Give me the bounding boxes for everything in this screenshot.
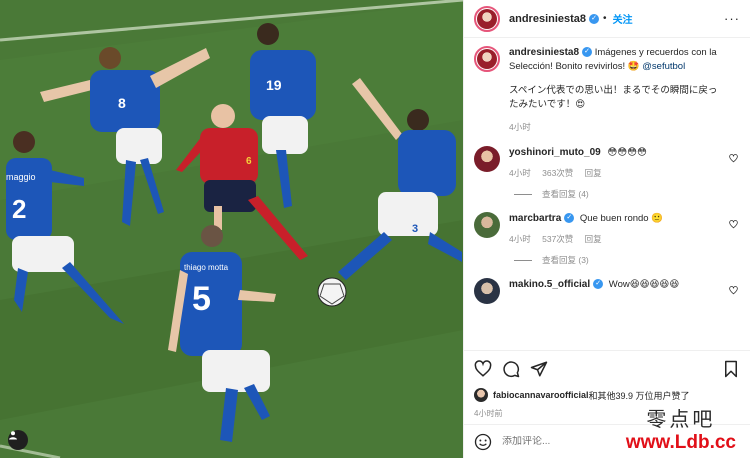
comment-input[interactable] (502, 436, 740, 447)
verified-icon: ✓ (582, 47, 593, 58)
comment-likes[interactable]: 363次赞 (542, 168, 573, 178)
svg-text:5: 5 (192, 280, 211, 318)
caption-text-jp: スペイン代表での思い出！まるでその瞬間に戻ったみたいです！😍 (509, 85, 718, 110)
post-photo[interactable]: 2 maggio 8 19 6 3 5 thiago motta (0, 0, 463, 458)
svg-text:2: 2 (12, 194, 26, 224)
caption-username[interactable]: andresiniesta8 (509, 47, 579, 58)
caption-mention[interactable]: @sefutbol (642, 61, 685, 72)
comment-username[interactable]: makino.5_official (509, 279, 590, 290)
heart-icon[interactable] (729, 154, 738, 163)
svg-text:8: 8 (118, 95, 126, 111)
heart-icon[interactable] (729, 220, 738, 229)
post-side-panel: andresiniesta8 ✓ • 关注 ··· andresiniesta8… (463, 0, 750, 458)
add-comment-bar (464, 424, 750, 458)
comment-username[interactable]: yoshinori_muto_09 (509, 147, 601, 158)
comment-text: Wow😆😆😆😆😆 (608, 279, 680, 290)
user-tag-icon (9, 431, 17, 440)
avatar[interactable] (474, 146, 500, 172)
svg-text:maggio: maggio (6, 172, 36, 182)
comments-list[interactable]: andresiniesta8 ✓ Imágenes y recuerdos con… (464, 38, 750, 350)
comment-username[interactable]: marcbartra (509, 213, 561, 224)
avatar[interactable] (474, 388, 488, 402)
heart-icon[interactable] (474, 359, 492, 378)
comment-likes[interactable]: 537次赞 (542, 234, 573, 244)
heart-icon[interactable] (729, 286, 738, 295)
avatar[interactable] (474, 5, 500, 32)
caption-time[interactable]: 4小时 (509, 120, 724, 134)
comment-text: 😳😳😳😳 (607, 147, 647, 158)
instagram-post-window: 2 maggio 8 19 6 3 5 thiago motta andresi… (0, 0, 750, 458)
user-tag-button[interactable] (8, 430, 28, 450)
svg-text:3: 3 (412, 223, 418, 235)
post-header: andresiniesta8 ✓ • 关注 ··· (464, 0, 750, 38)
post-time[interactable]: 4小时前 (464, 404, 750, 424)
reply-button[interactable]: 回复 (585, 168, 602, 178)
comment-item: marcbartra ✓ Que buen rondo 🙂 4小时 537次赞 回… (474, 212, 740, 246)
action-bar (464, 350, 750, 386)
more-icon[interactable]: ··· (724, 11, 740, 26)
caption-avatar[interactable] (474, 46, 500, 72)
comment-text: Que buen rondo 🙂 (579, 213, 664, 224)
svg-text:6: 6 (246, 156, 252, 167)
avatar[interactable] (474, 212, 500, 238)
comment-item: makino.5_official ✓ Wow😆😆😆😆😆 (474, 278, 740, 304)
avatar[interactable] (474, 278, 500, 304)
verified-icon: ✓ (593, 279, 604, 290)
verified-icon: ✓ (564, 213, 575, 224)
emoji-icon[interactable] (474, 433, 492, 451)
follow-button[interactable]: 关注 (613, 11, 633, 26)
svg-text:19: 19 (266, 77, 282, 93)
comment-item: yoshinori_muto_09 😳😳😳😳 4小时 363次赞 回复 (474, 146, 740, 180)
football-scene: 2 maggio 8 19 6 3 5 thiago motta (0, 0, 463, 458)
comment-time[interactable]: 4小时 (509, 234, 531, 244)
comment-time[interactable]: 4小时 (509, 168, 531, 178)
football (317, 277, 347, 307)
likes-summary: fabiocannavaroofficial 和其他39.9 万位用户赞了 (464, 386, 750, 404)
caption: andresiniesta8 ✓ Imágenes y recuerdos con… (474, 46, 740, 134)
likes-rest[interactable]: 和其他39.9 万位用户赞了 (589, 389, 690, 402)
username[interactable]: andresiniesta8 (509, 13, 586, 25)
bookmark-icon[interactable] (722, 360, 740, 378)
reply-button[interactable]: 回复 (585, 234, 602, 244)
share-icon[interactable] (530, 360, 548, 378)
svg-text:thiago motta: thiago motta (184, 263, 229, 272)
view-replies-button[interactable]: 查看回复 (4) (514, 188, 740, 200)
comment-icon[interactable] (502, 360, 520, 378)
verified-icon: ✓ (589, 13, 600, 24)
view-replies-button[interactable]: 查看回复 (3) (514, 254, 740, 266)
likes-user[interactable]: fabiocannavaroofficial (493, 390, 589, 400)
